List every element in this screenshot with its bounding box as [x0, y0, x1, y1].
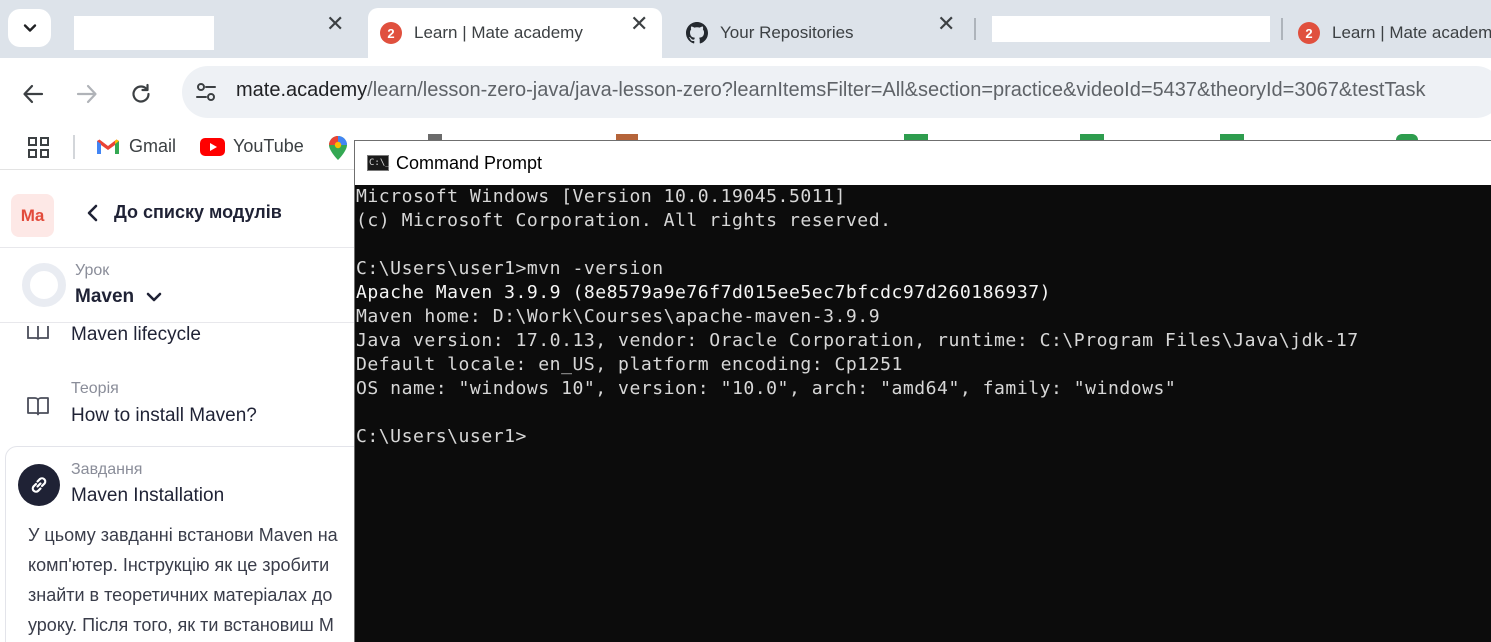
task-link-icon	[18, 464, 60, 506]
cmd-title-bar[interactable]: C:\_ Command Prompt	[355, 141, 1491, 185]
mate-academy-logo[interactable]: Ma	[11, 194, 54, 237]
lesson-caption: Урок	[75, 262, 110, 279]
chevron-down-icon	[23, 24, 36, 32]
back-to-modules-label: До списку модулів	[114, 202, 282, 222]
chevron-down-icon	[146, 292, 162, 302]
tab-close-icon[interactable]: ✕	[937, 13, 955, 35]
bookmark-maps[interactable]	[329, 136, 347, 160]
command-prompt-window[interactable]: C:\_ Command Prompt Microsoft Windows [V…	[354, 140, 1491, 642]
console-prompt[interactable]: C:\Users\user1>	[356, 425, 1486, 449]
tab-title: Learn | Mate academ	[1332, 23, 1491, 42]
arrow-left-icon	[23, 84, 44, 104]
item-caption: Теорія	[71, 380, 119, 397]
github-icon	[686, 22, 708, 44]
console-line: Default locale: en_US, platform encoding…	[356, 354, 903, 375]
arrow-right-icon	[76, 84, 97, 104]
console-line: OS name: "windows 10", version: "10.0", …	[356, 378, 1177, 399]
task-title[interactable]: Maven Installation	[71, 485, 224, 507]
forward-button[interactable]	[73, 80, 101, 108]
console-line: C:\Users\user1>mvn -version	[356, 258, 664, 279]
reload-button[interactable]	[127, 80, 155, 108]
console-line: (c) Microsoft Corporation. All rights re…	[356, 210, 892, 231]
apps-button[interactable]	[27, 136, 51, 160]
task-description-line: знайти в теоретичних матеріалах до	[28, 585, 333, 605]
bookmark-label: Gmail	[129, 136, 177, 156]
cmd-window-title: Command Prompt	[396, 152, 543, 173]
url-host: mate.academy	[236, 79, 368, 101]
task-description-line: У цьому завданні встанови Maven на	[28, 525, 338, 545]
bookmark-gmail[interactable]: Gmail	[96, 136, 176, 157]
maps-pin-icon	[329, 136, 347, 160]
list-item-title[interactable]: Maven lifecycle	[71, 324, 201, 346]
task-caption: Завдання	[71, 461, 143, 478]
reload-icon	[132, 83, 150, 103]
tab-title: Your Repositories	[720, 23, 854, 42]
screen: ✕ 2 Learn | Mate academy ✕ Your Reposito…	[0, 0, 1491, 642]
back-to-modules-link[interactable]: До списку модулів	[86, 202, 282, 223]
book-icon	[27, 326, 49, 340]
list-item-title[interactable]: How to install Maven?	[71, 405, 257, 427]
book-icon	[27, 397, 49, 416]
tab-search-button[interactable]	[8, 9, 51, 47]
console-line: Java version: 17.0.13, vendor: Oracle Co…	[356, 330, 1359, 351]
bookmark-separator	[73, 135, 75, 159]
redacted-area	[74, 16, 214, 50]
gmail-icon	[97, 139, 119, 154]
url-path: /learn/lesson-zero-java/java-lesson-zero…	[367, 79, 1426, 101]
tab-separator	[974, 18, 976, 40]
console-line: Maven home: D:\Work\Courses\apache-maven…	[356, 306, 881, 327]
task-description-line: комп'ютер. Інструкцію як це зробити	[28, 555, 330, 575]
notification-badge: 2	[1298, 22, 1320, 44]
console-line: Apache Maven 3.9.9 (8e8579a9e76f7d015ee5…	[356, 282, 1051, 303]
tab-separator	[1281, 18, 1283, 40]
console-line: Microsoft Windows [Version 10.0.19045.50…	[356, 186, 846, 207]
back-button[interactable]	[19, 80, 47, 108]
redacted-area	[992, 16, 1270, 42]
tab-close-icon[interactable]: ✕	[630, 13, 648, 35]
url-text[interactable]: mate.academy/learn/lesson-zero-java/java…	[236, 79, 1426, 102]
tab-learn-mate-academy-2[interactable]: 2 Learn | Mate academ	[1287, 8, 1491, 58]
task-description-line: уроку. Після того, як ти встановиш М	[28, 615, 334, 635]
tab-your-repositories[interactable]: Your Repositories	[674, 8, 964, 58]
lesson-name[interactable]: Maven	[75, 286, 162, 308]
tab-title: Learn | Mate academy	[414, 23, 583, 42]
bookmark-label: YouTube	[233, 136, 304, 156]
cmd-app-icon: C:\_	[367, 155, 391, 171]
youtube-icon	[200, 137, 225, 156]
tab-learn-mate-academy[interactable]: 2 Learn | Mate academy	[368, 8, 662, 58]
tune-icon	[196, 83, 216, 101]
bookmark-youtube[interactable]: YouTube	[200, 136, 304, 157]
lesson-name-label: Maven	[75, 286, 135, 307]
lesson-progress-icon	[22, 263, 66, 307]
notification-badge: 2	[380, 22, 402, 44]
apps-grid-icon	[28, 137, 49, 158]
chevron-left-icon	[87, 204, 98, 221]
console-output[interactable]: Microsoft Windows [Version 10.0.19045.50…	[356, 185, 1486, 449]
task-description: У цьому завданні встанови Maven на комп'…	[28, 520, 358, 640]
tab-close-icon[interactable]: ✕	[326, 13, 344, 35]
site-info-button[interactable]	[192, 78, 220, 106]
